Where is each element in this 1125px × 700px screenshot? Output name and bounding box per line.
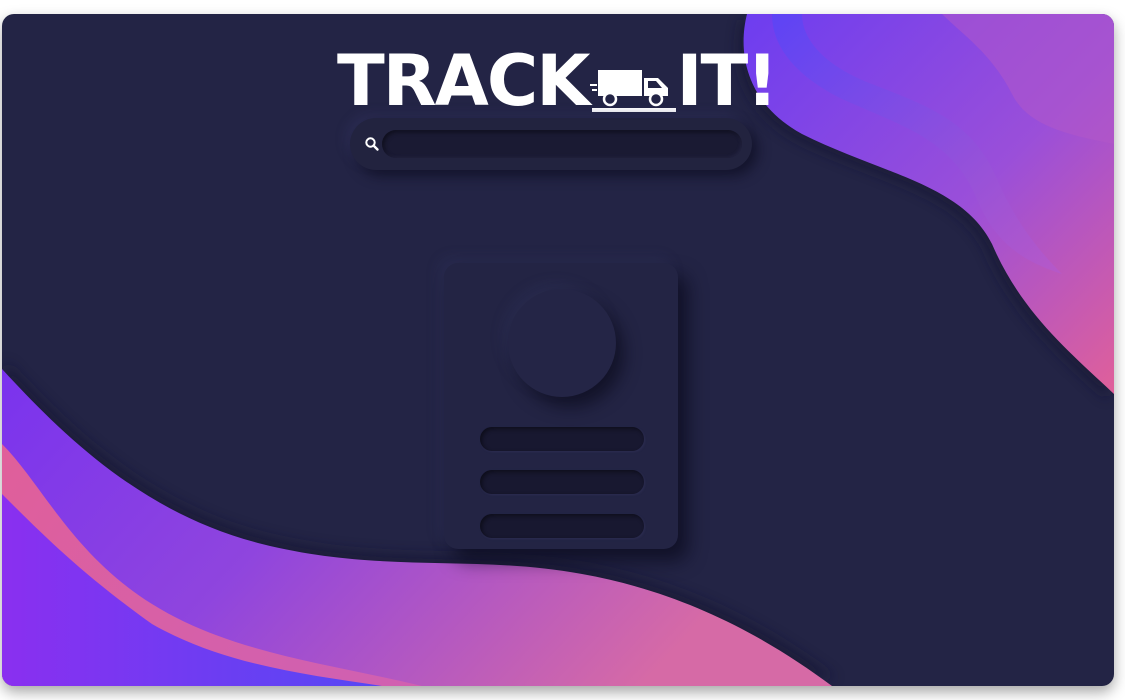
placeholder-line (480, 470, 644, 494)
app-window: TRACK IT! (2, 14, 1114, 686)
search-bar (350, 118, 752, 170)
delivery-truck-icon (590, 70, 677, 112)
profile-card (444, 263, 678, 549)
placeholder-line (480, 514, 644, 538)
app-logo: TRACK IT! (337, 40, 778, 122)
placeholder-line (480, 427, 644, 451)
search-icon[interactable] (364, 136, 380, 152)
search-input[interactable] (382, 130, 742, 158)
avatar-placeholder (508, 289, 616, 397)
logo-text-track: TRACK (337, 40, 590, 122)
logo-text-it: IT! (676, 40, 778, 122)
